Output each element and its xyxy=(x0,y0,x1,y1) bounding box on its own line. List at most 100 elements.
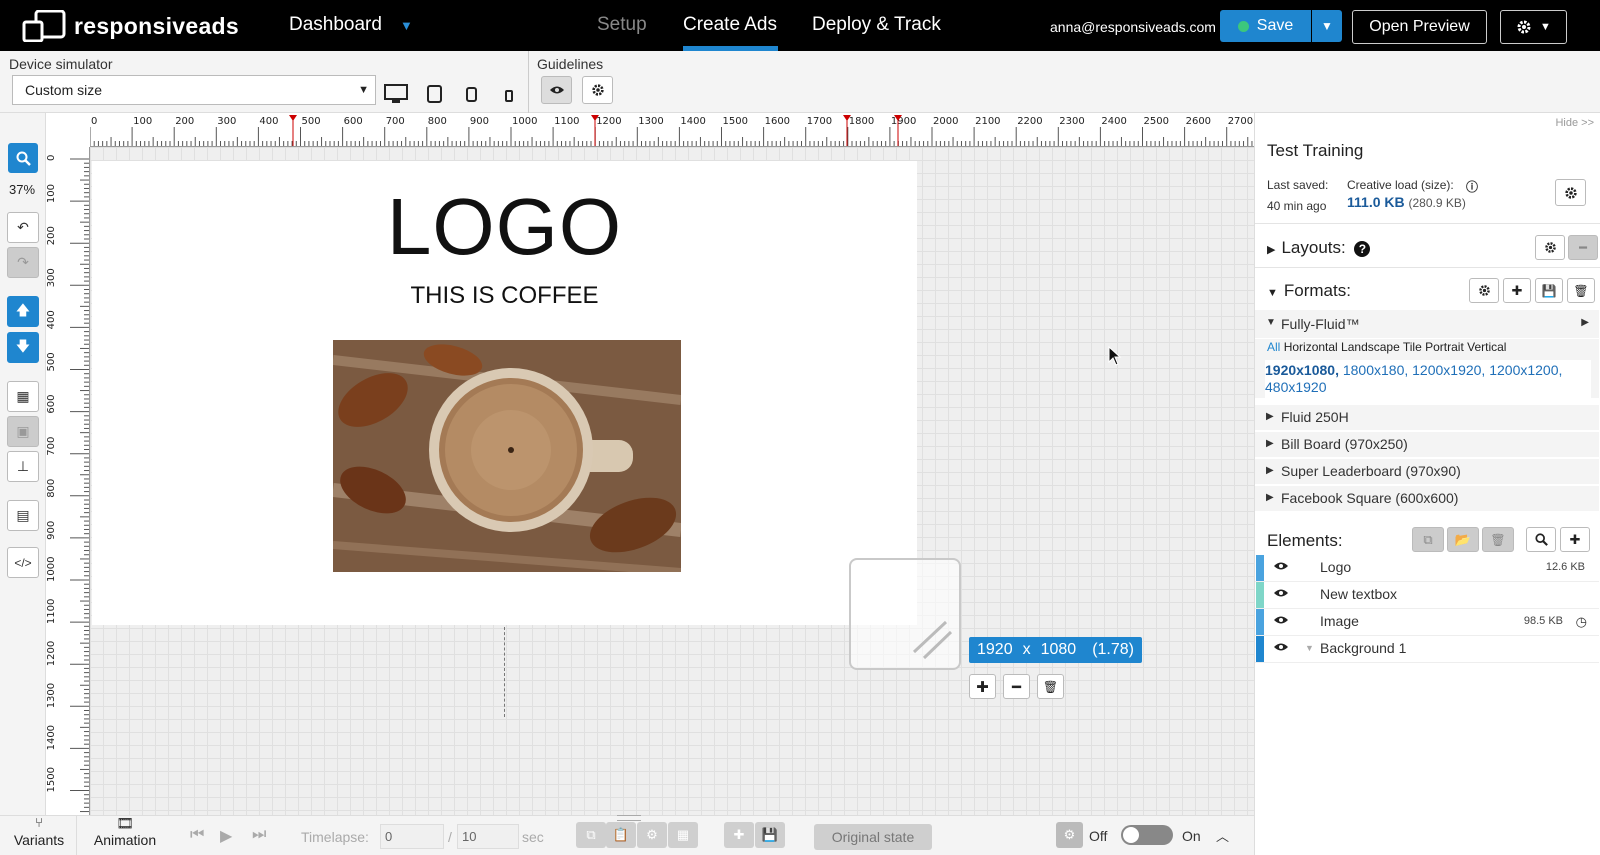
element-row[interactable]: New textbox xyxy=(1255,582,1599,609)
eye-icon[interactable] xyxy=(1273,588,1289,598)
layout-grid-button[interactable]: ▦ xyxy=(7,381,39,412)
timelapse-end-input[interactable]: 10 xyxy=(457,824,519,849)
animation-toggle[interactable] xyxy=(1121,825,1173,845)
undo-button[interactable]: ↶ xyxy=(7,212,39,243)
layouts-settings-button[interactable] xyxy=(1535,235,1565,260)
user-email[interactable]: anna@responsiveads.com xyxy=(1050,19,1216,35)
artboard-resize-handle[interactable] xyxy=(849,558,961,670)
format-item[interactable]: ▶ Super Leaderboard (970x90) xyxy=(1255,459,1599,485)
layouts-label: Layouts: xyxy=(1281,238,1346,257)
formats-settings-button[interactable] xyxy=(1469,278,1499,303)
skip-back-icon[interactable]: ⏮ xyxy=(190,826,204,844)
element-row[interactable]: Image 98.5 KB ◷ xyxy=(1255,609,1599,636)
zoom-button[interactable] xyxy=(8,143,38,173)
open-preview-button[interactable]: Open Preview xyxy=(1352,10,1487,44)
tab-create-ads[interactable]: Create Ads xyxy=(683,14,777,36)
move-up-button[interactable]: 🡅 xyxy=(7,296,39,327)
animation-tab[interactable]: 🎞 Animation xyxy=(88,816,162,848)
eye-icon[interactable] xyxy=(1273,642,1289,652)
hide-panel-link[interactable]: Hide >> xyxy=(1555,117,1594,129)
duplicate-element-button[interactable]: ⧉ xyxy=(1412,527,1444,552)
layouts-collapse-button[interactable]: ━ xyxy=(1568,235,1598,260)
add-size-button[interactable]: ✚ xyxy=(969,674,996,699)
help-icon[interactable]: ? xyxy=(1354,241,1371,257)
search-elements-button[interactable] xyxy=(1526,527,1556,552)
eye-icon[interactable] xyxy=(1273,615,1289,625)
brand-logo[interactable]: responsiveads xyxy=(22,10,239,42)
media-button[interactable]: ▣ xyxy=(7,416,39,447)
document-icon: ▤ xyxy=(16,507,30,523)
copy-icon: ⧉ xyxy=(586,827,596,842)
info-icon[interactable]: ⓘ xyxy=(1466,178,1478,195)
ad-artboard[interactable]: LOGO THIS IS COFFEE xyxy=(92,161,917,625)
code-button[interactable]: </> xyxy=(7,547,39,578)
small-phone-icon[interactable] xyxy=(505,90,513,102)
formats-heading[interactable]: ▼ Formats: xyxy=(1267,281,1351,301)
ad-tagline[interactable]: THIS IS COFFEE xyxy=(92,282,917,310)
keyframe-settings-button[interactable]: ⚙ xyxy=(637,822,667,848)
ad-logo-text[interactable]: LOGO xyxy=(92,181,917,273)
redo-button[interactable]: ↷ xyxy=(7,247,39,278)
guidelines-visibility-button[interactable] xyxy=(541,76,572,104)
variants-tab[interactable]: ⑂ Variants xyxy=(10,816,68,848)
category-all[interactable]: All xyxy=(1267,340,1280,354)
element-name: Background 1 xyxy=(1320,640,1407,656)
active-size[interactable]: 1920x1080, xyxy=(1265,362,1339,378)
ruler-tick-label: 1100 xyxy=(46,599,57,624)
save-options-button[interactable]: ▼ xyxy=(1312,10,1342,42)
delete-format-button[interactable]: 🗑 xyxy=(1567,278,1595,303)
add-element-button[interactable]: ✚ xyxy=(1560,527,1590,552)
group-element-button[interactable]: 📂 xyxy=(1447,527,1479,552)
remove-size-button[interactable]: ━ xyxy=(1003,674,1030,699)
category-list[interactable]: Horizontal Landscape Tile Portrait Verti… xyxy=(1284,340,1507,354)
add-keyframe-button[interactable]: ✚ xyxy=(724,822,754,848)
phone-icon[interactable] xyxy=(466,87,477,102)
dashboard-menu[interactable]: Dashboard xyxy=(289,14,382,36)
delete-size-button[interactable]: 🗑 xyxy=(1037,674,1064,699)
delete-element-button[interactable]: 🗑 xyxy=(1482,527,1514,552)
drag-handle-icon[interactable] xyxy=(617,815,641,821)
tablet-icon[interactable] xyxy=(427,85,442,103)
tab-deploy-track[interactable]: Deploy & Track xyxy=(812,14,941,36)
animation-settings-button[interactable]: ⚙ xyxy=(1056,822,1083,848)
device-size-select[interactable]: Custom size ▼ xyxy=(12,75,376,105)
dashboard-caret-icon[interactable]: ▼ xyxy=(400,18,413,33)
eye-icon[interactable] xyxy=(1273,561,1289,571)
ruler-tick-label: 1900 xyxy=(891,116,916,127)
original-state-button[interactable]: Original state xyxy=(814,824,932,850)
chevron-up-icon[interactable]: ︿ xyxy=(1216,826,1229,845)
layouts-heading[interactable]: ▶ Layouts: ? xyxy=(1267,238,1371,258)
paste-keyframe-button[interactable]: 📋 xyxy=(606,822,636,848)
timelapse-start-input[interactable]: 0 xyxy=(380,824,444,849)
caret-right-icon[interactable]: ▶ xyxy=(1581,317,1589,328)
tab-setup[interactable]: Setup xyxy=(597,14,647,36)
resize-grip-icon xyxy=(912,620,953,660)
creative-settings-button[interactable] xyxy=(1555,179,1586,206)
element-row[interactable]: ▼ Background 1 xyxy=(1255,636,1599,663)
copy-keyframe-button[interactable]: ⧉ xyxy=(576,822,606,848)
hierarchy-button[interactable]: ⊥ xyxy=(7,451,39,482)
design-canvas[interactable]: LOGO THIS IS COFFEE 1920 x 1080 (1.78) ✚… xyxy=(90,147,1254,815)
caret-down-icon: ▼ xyxy=(1266,317,1276,328)
document-button[interactable]: ▤ xyxy=(7,500,39,531)
ad-coffee-image[interactable] xyxy=(333,340,681,572)
settings-menu-button[interactable]: ▼ xyxy=(1500,10,1567,44)
format-item[interactable]: ▶ Bill Board (970x250) xyxy=(1255,432,1599,458)
save-format-button[interactable]: 💾 xyxy=(1535,278,1563,303)
element-color-bar xyxy=(1256,609,1264,635)
desktop-icon[interactable] xyxy=(384,84,408,104)
format-item[interactable]: ▶ Facebook Square (600x600) xyxy=(1255,486,1599,512)
skip-forward-icon[interactable]: ⏭ xyxy=(252,826,266,844)
add-format-button[interactable]: ✚ xyxy=(1503,278,1531,303)
save-keyframe-button[interactable]: 💾 xyxy=(755,822,785,848)
format-fully-fluid[interactable]: ▼ Fully-Fluid™ ▶ xyxy=(1255,311,1599,339)
element-row[interactable]: Logo 12.6 KB xyxy=(1255,555,1599,582)
clock-icon[interactable]: ◷ xyxy=(1576,614,1587,630)
play-icon[interactable]: ▶ xyxy=(220,826,232,846)
guidelines-settings-button[interactable] xyxy=(582,76,613,104)
format-item[interactable]: ▶ Fluid 250H xyxy=(1255,405,1599,431)
save-button[interactable]: Save xyxy=(1220,10,1311,42)
keyframe-grid-button[interactable]: ▦ xyxy=(668,822,698,848)
move-down-button[interactable]: 🡇 xyxy=(7,332,39,363)
caret-down-icon[interactable]: ▼ xyxy=(1305,643,1314,653)
